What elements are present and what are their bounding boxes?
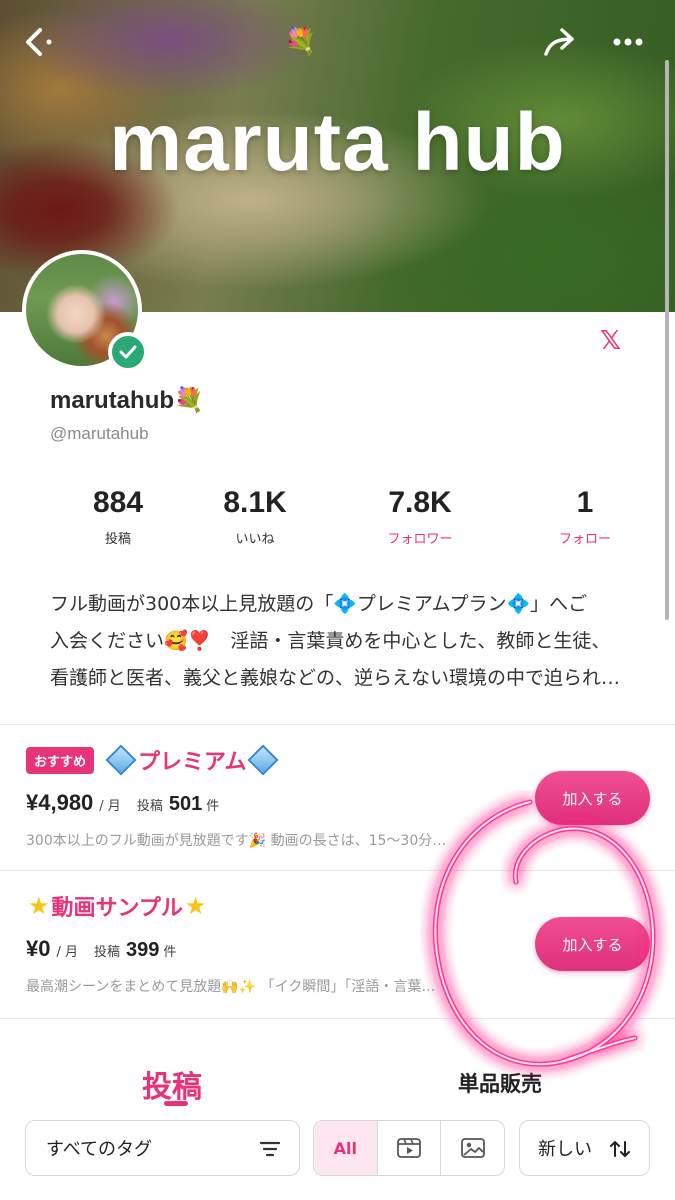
plan-price: ¥0 (26, 936, 51, 961)
profile-bio[interactable]: フル動画が300本以上見放題の「💠プレミアムプラン💠」へご 入会ください🥰❣️ … (50, 586, 630, 697)
price-period: / 月 (56, 945, 78, 960)
recommended-badge: おすすめ (26, 746, 95, 774)
stat-value: 8.1K (223, 486, 287, 519)
verified-check-icon (119, 345, 137, 359)
tag-filter-select[interactable]: すべてのタグ (25, 1120, 300, 1176)
image-icon (460, 1138, 485, 1158)
stat-value: 884 (92, 486, 144, 519)
media-type-segment: All (313, 1120, 505, 1176)
segment-all[interactable]: All (314, 1121, 378, 1175)
stat-value: 1 (576, 486, 594, 519)
join-button-premium[interactable]: 加入する (535, 771, 650, 825)
segment-video[interactable] (378, 1121, 442, 1175)
stat-label: フォロー (558, 532, 611, 547)
tab-single-sale[interactable]: 単品販売 (458, 1068, 542, 1098)
stat-label: いいね (235, 532, 275, 547)
stat-posts[interactable]: 884 投稿 (43, 486, 193, 547)
stat-following[interactable]: 1 フォロー (510, 486, 660, 547)
diamond-icon (105, 744, 137, 776)
filter-icon (259, 1141, 281, 1157)
tab-posts[interactable]: 投稿 (142, 1062, 202, 1106)
bio-line: 看護師と医者、義父と義娘などの、逆らえない環境の中で迫られ… (50, 667, 621, 689)
posts-count: 399 (126, 939, 160, 961)
posts-unit: 件 (206, 799, 220, 814)
sort-label: 新しい (538, 1139, 592, 1160)
verified-badge (108, 332, 148, 372)
price-period: / 月 (99, 799, 121, 814)
plan-price: ¥4,980 (26, 790, 94, 815)
plan-title: プレミアム (138, 750, 247, 775)
bio-line: フル動画が300本以上見放題の「💠プレミアムプラン💠」へご (50, 593, 588, 615)
share-icon (544, 28, 574, 56)
plan-description: 300本以上のフル動画が見放題です🎉 動画の長さは、15〜30分… (26, 833, 447, 849)
bouquet-icon: 💐 (284, 27, 318, 57)
display-name: marutahub💐 (50, 387, 204, 414)
bio-line: 入会ください🥰❣️ 淫語・言葉責めを中心とした、教師と生徒、 (50, 630, 611, 652)
star-icon: ★ (28, 892, 50, 920)
segment-image[interactable] (441, 1121, 504, 1175)
tag-filter-label: すべてのタグ (46, 1139, 153, 1160)
stat-value: 7.8K (388, 486, 452, 519)
sort-button[interactable]: 新しい (519, 1120, 650, 1176)
divider (0, 724, 675, 725)
posts-count: 501 (168, 793, 203, 815)
diamond-icon (247, 744, 280, 776)
profile-stats: 884 投稿 8.1K いいね 7.8K フォロワー 1 フォロー (0, 486, 675, 556)
scrollbar[interactable] (665, 60, 669, 620)
stat-likes[interactable]: 8.1K いいね (180, 486, 330, 547)
plan-title: 動画サンプル (51, 896, 183, 921)
divider (0, 870, 675, 871)
posts-label: 投稿 (94, 945, 121, 960)
divider (0, 1018, 675, 1019)
plan-description: 最高潮シーンをまとめて見放題🙌✨ 「イク瞬間」「淫語・言葉… (26, 979, 436, 995)
back-icon (26, 28, 52, 56)
tab-active-indicator (164, 1101, 188, 1106)
share-button[interactable] (534, 18, 582, 66)
star-icon: ★ (184, 892, 207, 920)
back-button[interactable] (14, 18, 62, 66)
x-logo-icon[interactable]: 𝕏 (600, 326, 621, 356)
more-icon (613, 38, 643, 46)
posts-label: 投稿 (136, 799, 163, 814)
stat-followers[interactable]: 7.8K フォロワー (345, 486, 495, 547)
stat-label: フォロワー (387, 532, 453, 547)
filter-bar: すべてのタグ All 新しい (25, 1120, 650, 1176)
sort-icon (610, 1141, 630, 1157)
stat-label: 投稿 (104, 532, 131, 547)
user-handle: @marutahub (50, 424, 149, 443)
banner-title: maruta hub (109, 97, 566, 188)
join-button-sample[interactable]: 加入する (535, 917, 650, 971)
posts-unit: 件 (163, 945, 177, 960)
video-icon (397, 1138, 421, 1158)
more-options-button[interactable] (604, 18, 652, 66)
